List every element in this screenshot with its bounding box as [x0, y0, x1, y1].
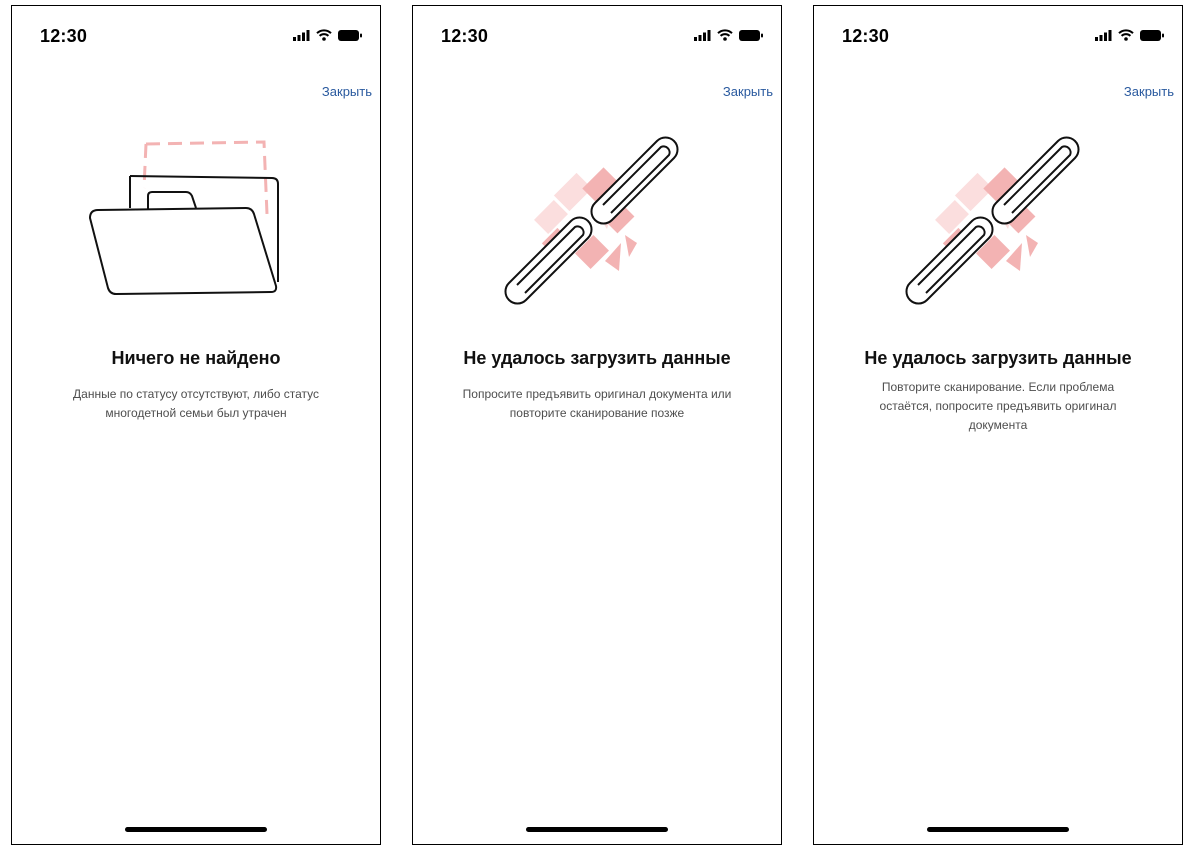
status-time: 12:30 [40, 26, 88, 46]
wifi-icon [1118, 29, 1134, 41]
status-time: 12:30 [441, 26, 489, 46]
screen-title: Не удалось загрузить данные [864, 348, 1132, 368]
status-icons [694, 29, 763, 41]
screen-message: Данные по статусу отсутствуют, либо стат… [73, 387, 319, 420]
home-indicator [125, 827, 267, 832]
screen-not-found: 12:30 Закрыть Ничего не найдено Данные п… [11, 5, 381, 845]
screen-load-error-retry: 12:30 Закрыть Не удалось загрузить данны… [813, 5, 1183, 845]
close-button[interactable]: Закрыть [723, 84, 773, 99]
screen-title: Ничего не найдено [111, 348, 281, 368]
status-icons [1095, 29, 1164, 41]
close-button[interactable]: Закрыть [1124, 84, 1174, 99]
screen-message: Попросите предъявить оригинал документа … [462, 387, 732, 420]
broken-link-icon [905, 136, 1080, 305]
status-bar: 12:30 [413, 6, 781, 56]
screen-load-error-later: 12:30 Закрыть Не удалось загрузить данны… [412, 5, 782, 845]
battery-icon [739, 29, 763, 41]
folder-icon [88, 140, 279, 296]
screen-message: Повторите сканирование. Если проблема ос… [879, 380, 1117, 432]
home-indicator [526, 827, 668, 832]
signal-icon [293, 29, 310, 41]
wifi-icon [717, 29, 733, 41]
status-icons [293, 29, 362, 41]
battery-icon [1140, 29, 1164, 41]
wifi-icon [316, 29, 332, 41]
close-button[interactable]: Закрыть [322, 84, 372, 99]
status-time: 12:30 [842, 26, 890, 46]
signal-icon [1095, 29, 1112, 41]
home-indicator [927, 827, 1069, 832]
status-bar: 12:30 [814, 6, 1182, 56]
signal-icon [694, 29, 711, 41]
status-bar: 12:30 [12, 6, 380, 56]
screen-title: Не удалось загрузить данные [463, 348, 731, 368]
battery-icon [338, 29, 362, 41]
broken-link-icon [504, 136, 679, 305]
